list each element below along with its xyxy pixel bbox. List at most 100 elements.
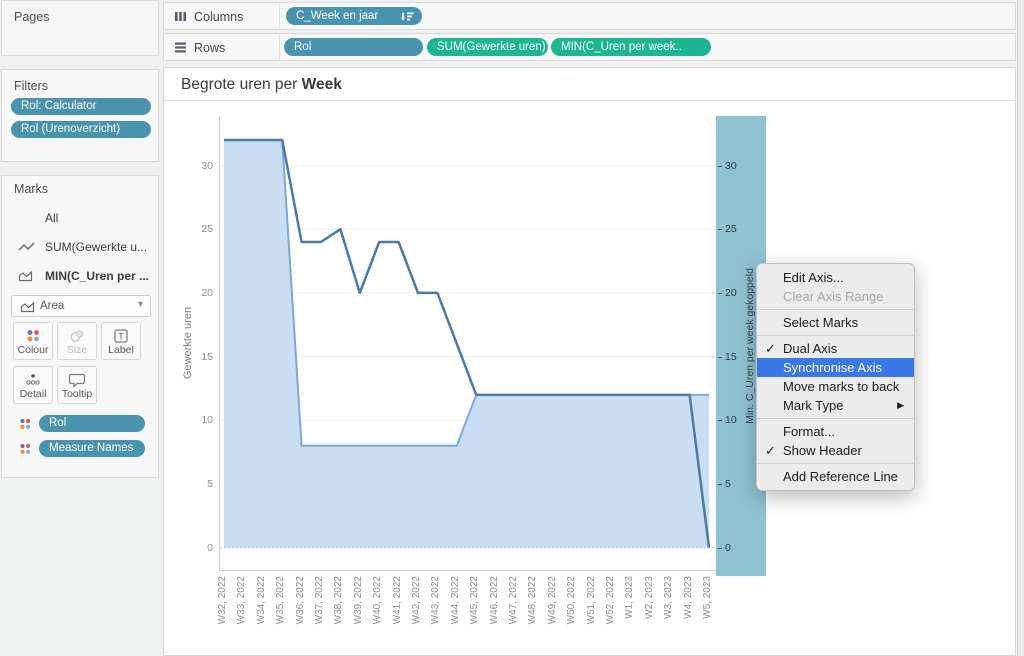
menu-item-label: Dual Axis — [783, 341, 837, 356]
left-axis-tick-label: 25 — [182, 223, 213, 235]
right-axis-tick-label: 15 — [725, 351, 737, 363]
size-icon — [58, 328, 96, 344]
sheet-title-bar[interactable]: Begrote uren per Week — [164, 68, 1015, 101]
menu-separator — [757, 463, 914, 464]
size-button[interactable]: Size — [57, 322, 97, 360]
tooltip-button[interactable]: Tooltip — [57, 366, 97, 404]
mark-type-dropdown[interactable]: Area ▾ — [11, 295, 151, 317]
right-axis-tick-label: 20 — [725, 287, 737, 299]
submenu-arrow-icon: ▶ — [897, 396, 904, 415]
button-label: Size — [58, 344, 96, 356]
pill-label: Rol — [294, 41, 311, 53]
x-axis-label: W50, 2022 — [566, 576, 578, 648]
columns-shelf-label: Columns — [194, 10, 243, 24]
columns-icon — [174, 10, 187, 28]
x-axis-label: W49, 2022 — [547, 576, 559, 648]
menu-item-label: Show Header — [783, 443, 862, 458]
right-axis-tick-label: 10 — [725, 414, 737, 426]
right-axis-tick-label: 30 — [725, 160, 737, 172]
left-axis-tick-label: 10 — [182, 414, 213, 426]
menu-item-edit-axis[interactable]: Edit Axis... — [757, 268, 914, 287]
x-axis-label: W40, 2022 — [372, 576, 384, 648]
x-axis-label: W35, 2022 — [275, 576, 287, 648]
right-axis-tick-label: 5 — [725, 478, 731, 490]
menu-item-dual-axis[interactable]: ✓ Dual Axis — [757, 339, 914, 358]
label-button[interactable]: TLabel — [101, 322, 141, 360]
shelf-pill[interactable]: C_Week en jaar — [286, 7, 422, 25]
pill-label: SUM(Gewerkte uren) — [437, 41, 546, 53]
marks-field-pill[interactable]: Rol — [39, 415, 145, 432]
button-label: Detail — [14, 388, 52, 400]
columns-shelf[interactable]: Columns C_Week en jaar — [163, 2, 1016, 30]
pages-title: Pages — [2, 1, 158, 24]
left-axis-tick-label: 30 — [182, 160, 213, 172]
shelf-pill[interactable]: MIN(C_Uren per week.. — [551, 38, 711, 56]
area-series[interactable] — [224, 140, 709, 548]
button-label: Colour — [14, 344, 52, 356]
marks-field-pill[interactable]: Measure Names — [39, 440, 145, 457]
area-mark-icon — [18, 270, 33, 285]
marks-card: Marks AllSUM(Gewerkte u...MIN(C_Uren per… — [1, 175, 159, 478]
pill-label: C_Week en jaar — [296, 10, 378, 22]
x-axis-label: W43, 2022 — [430, 576, 442, 648]
marks-item-sumgewerkteu[interactable]: SUM(Gewerkte u... — [2, 233, 158, 261]
menu-item-label: Move marks to back — [783, 379, 899, 394]
pages-shelf[interactable]: Pages — [1, 0, 159, 56]
left-axis-title: Gewerkte uren — [182, 283, 194, 403]
right-axis-tick-mark — [718, 293, 722, 294]
shelf-pill[interactable]: Rol — [284, 38, 423, 56]
right-axis-tick-label: 25 — [725, 223, 737, 235]
menu-item-move-marks-to-back[interactable]: Move marks to back — [757, 377, 914, 396]
rows-shelf-label: Rows — [194, 41, 225, 55]
menu-item-show-header[interactable]: ✓ Show Header — [757, 441, 914, 460]
menu-item-select-marks[interactable]: Select Marks — [757, 313, 914, 332]
left-axis-tick-label: 15 — [182, 351, 213, 363]
filters-shelf[interactable]: Filters Rol: Calculator Rol (Urenoverzich… — [1, 69, 159, 162]
scrollbar-gutter[interactable] — [1017, 0, 1024, 656]
menu-separator — [757, 418, 914, 419]
x-axis-label: W2, 2023 — [644, 576, 656, 648]
x-axis-label: W51, 2022 — [586, 576, 598, 648]
marks-item-mincurenper[interactable]: MIN(C_Uren per ... — [2, 262, 158, 290]
area-mark-icon — [20, 301, 35, 316]
shelf-divider — [279, 34, 280, 60]
sort-desc-icon — [400, 10, 414, 25]
shelf-divider — [279, 3, 280, 29]
right-axis-tick-label: 0 — [725, 542, 731, 554]
menu-item-format[interactable]: Format... — [757, 422, 914, 441]
shelf-pill[interactable]: SUM(Gewerkte uren) — [427, 38, 548, 56]
menu-item-synchronise-axis[interactable]: Synchronise Axis — [757, 358, 914, 377]
x-axis-label: W41, 2022 — [392, 576, 404, 648]
checkmark-icon: ✓ — [765, 339, 776, 358]
menu-item-label: Clear Axis Range — [783, 289, 883, 304]
detail-button[interactable]: Detail — [13, 366, 53, 404]
rows-shelf[interactable]: Rows Rol SUM(Gewerkte uren) MIN(C_Uren per… — [163, 33, 1016, 61]
marks-field-row: Measure Names — [2, 439, 158, 461]
checkmark-icon: ✓ — [765, 441, 776, 460]
pill-label: MIN(C_Uren per week.. — [561, 41, 682, 53]
x-axis-label: W52, 2022 — [605, 576, 617, 648]
filter-pill[interactable]: Rol (Urenoverzicht) — [11, 121, 151, 138]
marks-item-label: MIN(C_Uren per ... — [45, 269, 149, 283]
colour-button[interactable]: Colour — [13, 322, 53, 360]
filter-pill[interactable]: Rol: Calculator — [11, 98, 151, 115]
sheet-title: Begrote uren per Week — [181, 76, 342, 94]
x-axis-label: W47, 2022 — [508, 576, 520, 648]
x-axis-label: W32, 2022 — [217, 576, 229, 648]
right-axis-tick-mark — [718, 548, 722, 549]
menu-item-add-reference-line[interactable]: Add Reference Line — [757, 467, 914, 486]
left-axis-tick-label: 20 — [182, 287, 213, 299]
chart-plot-area[interactable] — [219, 116, 716, 571]
mark-type-value: Area — [40, 300, 64, 312]
marks-item-all[interactable]: All — [2, 204, 158, 232]
rows-icon — [174, 41, 187, 59]
tooltip-icon — [58, 372, 96, 388]
filters-title: Filters — [2, 70, 158, 93]
axis-context-menu: Edit Axis... Clear Axis Range Select Marks… — [756, 263, 915, 491]
right-axis-tick-mark — [718, 420, 722, 421]
right-axis-title: Min. C_Uren per week gekoppeld — [744, 216, 756, 476]
detail-icon — [14, 372, 52, 388]
menu-item-clear-axis-range[interactable]: Clear Axis Range — [757, 287, 914, 306]
x-axis-label: W4, 2023 — [683, 576, 695, 648]
menu-item-mark-type[interactable]: Mark Type▶ — [757, 396, 914, 415]
